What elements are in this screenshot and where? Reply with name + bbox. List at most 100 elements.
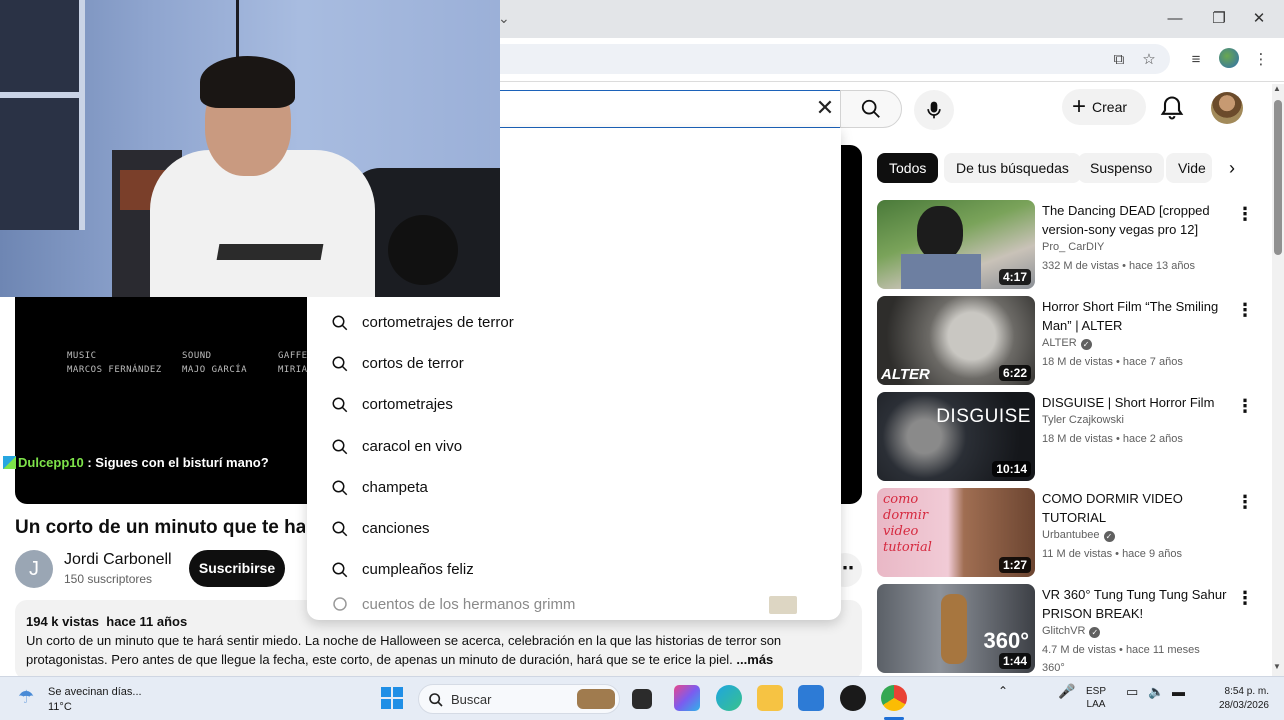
- channel-avatar[interactable]: J: [15, 550, 53, 588]
- voice-search-button[interactable]: [914, 90, 954, 130]
- channel-name[interactable]: Jordi Carbonell: [64, 551, 172, 569]
- language-indicator[interactable]: ESP LAA: [1086, 685, 1106, 711]
- weather-text: Se avecinan días... 11°C: [48, 685, 142, 715]
- chevron-right-icon[interactable]: ›: [1220, 156, 1244, 180]
- suggestion-item[interactable]: cortos de terror: [307, 343, 841, 384]
- windows-taskbar: ☂ Se avecinan días... 11°C Buscar ⌃ 🎤 ES…: [0, 676, 1284, 720]
- scroll-up-icon[interactable]: ▲: [1273, 84, 1281, 93]
- media-controls-icon[interactable]: ≡: [1185, 49, 1207, 71]
- task-view-icon[interactable]: [632, 689, 652, 709]
- suggestion-item[interactable]: cortometrajes: [307, 384, 841, 425]
- install-app-icon[interactable]: ⧉: [1108, 49, 1130, 71]
- recommendation-channel[interactable]: ALTER ✓: [1042, 337, 1092, 350]
- create-button[interactable]: + Crear: [1062, 89, 1146, 125]
- browser-menu-icon[interactable]: ⋮: [1250, 49, 1272, 71]
- video-thumbnail[interactable]: como dormir video tutorial 1:27: [877, 488, 1035, 577]
- volume-icon[interactable]: 🔈: [1148, 685, 1164, 698]
- chat-text: : Sigues con el bisturí mano?: [83, 455, 269, 470]
- scrollbar-thumb[interactable]: [1274, 100, 1282, 255]
- windows-start-icon[interactable]: [380, 686, 404, 710]
- clear-search-icon[interactable]: ✕: [812, 94, 838, 122]
- duration-badge: 1:44: [998, 653, 1031, 669]
- webcam-overlay: [0, 0, 500, 297]
- recommendation-title[interactable]: The Dancing DEAD [cropped version-sony v…: [1042, 201, 1232, 239]
- credit-role: MUSIC: [67, 351, 97, 361]
- upload-age: hace 11 años: [106, 614, 188, 629]
- bookmark-star-icon[interactable]: ☆: [1138, 49, 1160, 71]
- suggestion-thumbnail: [769, 596, 797, 614]
- suggestion-item[interactable]: champeta: [307, 467, 841, 508]
- more-options-icon[interactable]: ⋮: [1235, 588, 1255, 610]
- video-thumbnail[interactable]: DISGUISE 10:14: [877, 392, 1035, 481]
- credit-name: MIRIA: [278, 365, 308, 375]
- taskbar-search[interactable]: Buscar: [418, 684, 620, 714]
- store-icon[interactable]: [798, 685, 824, 711]
- credit-block: SOUND MAJO GARCÍA: [182, 349, 247, 377]
- weather-widget[interactable]: ☂ Se avecinan días... 11°C: [18, 683, 148, 715]
- more-options-icon[interactable]: ⋮: [1235, 492, 1255, 514]
- tray-overflow-icon[interactable]: ⌃: [998, 685, 1008, 698]
- recommendation-title[interactable]: VR 360° Tung Tung Tung Sahur PRISON BREA…: [1042, 585, 1232, 623]
- browser-profile-avatar[interactable]: [1219, 48, 1239, 68]
- notifications-bell-icon[interactable]: [1158, 94, 1186, 122]
- subscribe-button[interactable]: Suscribirse: [189, 550, 285, 587]
- suggestion-label: champeta: [362, 479, 428, 496]
- suggestion-item[interactable]: cuentos de los hermanos grimm: [307, 584, 841, 620]
- recommendation-title[interactable]: COMO DORMIR VIDEO TUTORIAL: [1042, 489, 1232, 527]
- thumbnail-figure: [917, 206, 963, 260]
- clock-time: 8:54 p. m.: [1224, 686, 1269, 697]
- edge-browser-icon[interactable]: [716, 685, 742, 711]
- chip-videos[interactable]: Vide: [1166, 153, 1212, 183]
- close-window-icon[interactable]: ✕: [1248, 8, 1270, 30]
- webcam-person-hair: [200, 56, 295, 108]
- search-input[interactable]: [480, 90, 840, 128]
- file-explorer-icon[interactable]: [757, 685, 783, 711]
- system-clock[interactable]: 8:54 p. m. 28/03/2026: [1205, 685, 1269, 713]
- suggestion-item[interactable]: caracol en vivo: [307, 426, 841, 467]
- recommendation-channel[interactable]: Urbantubee ✓: [1042, 529, 1115, 542]
- search-highlight-image: [577, 689, 615, 709]
- recommendation-item[interactable]: como dormir video tutorial 1:27 COMO DOR…: [877, 488, 1272, 578]
- microphone-tray-icon[interactable]: 🎤: [1058, 684, 1075, 698]
- minimize-icon[interactable]: —: [1164, 8, 1186, 30]
- more-options-icon[interactable]: ⋮: [1235, 300, 1255, 322]
- recommendation-item[interactable]: DISGUISE 10:14 DISGUISE | Short Horror F…: [877, 392, 1272, 482]
- more-options-icon[interactable]: ⋮: [1235, 396, 1255, 418]
- suggestion-item[interactable]: canciones: [307, 508, 841, 549]
- recommendation-item[interactable]: ALTER 6:22 Horror Short Film “The Smilin…: [877, 296, 1272, 386]
- recommendation-channel[interactable]: Tyler Czajkowski: [1042, 414, 1124, 426]
- recommendation-item[interactable]: 4:17 The Dancing DEAD [cropped version-s…: [877, 200, 1272, 290]
- video-thumbnail[interactable]: ALTER 6:22: [877, 296, 1035, 385]
- video-thumbnail[interactable]: 4:17: [877, 200, 1035, 289]
- show-more-link[interactable]: ...más: [736, 652, 773, 667]
- suggestion-label: cortometrajes de terror: [362, 314, 514, 331]
- more-options-icon[interactable]: ⋮: [1235, 204, 1255, 226]
- chat-overlay-message: Dulcepp10 : Sigues con el bisturí mano?: [3, 452, 303, 473]
- recommendation-title[interactable]: DISGUISE | Short Horror Film: [1042, 393, 1232, 412]
- suggestion-label: cuentos de los hermanos grimm: [362, 595, 576, 613]
- recommendation-item[interactable]: 360° 1:44 VR 360° Tung Tung Tung Sahur P…: [877, 584, 1272, 674]
- recommendation-channel[interactable]: Pro_ CarDIY: [1042, 241, 1104, 253]
- suggestion-item[interactable]: cortometrajes de terror: [307, 302, 841, 343]
- recommendation-channel[interactable]: GlitchVR ✓: [1042, 625, 1101, 638]
- copilot-icon[interactable]: [674, 685, 700, 711]
- search-button[interactable]: [840, 90, 902, 128]
- chat-username: Dulcepp10: [18, 455, 84, 470]
- account-avatar[interactable]: [1211, 92, 1243, 124]
- credit-name: MARCOS FERNÁNDEZ: [67, 365, 162, 375]
- obs-icon[interactable]: [840, 685, 866, 711]
- network-icon[interactable]: ▭: [1126, 685, 1138, 698]
- chrome-browser-icon[interactable]: [881, 685, 907, 711]
- chip-suspenso[interactable]: Suspenso: [1078, 153, 1165, 183]
- scroll-down-icon[interactable]: ▼: [1273, 662, 1281, 671]
- duration-badge: 10:14: [992, 461, 1031, 477]
- recommendation-title[interactable]: Horror Short Film “The Smiling Man” | AL…: [1042, 297, 1232, 335]
- weather-temp: 11°C: [48, 701, 72, 713]
- restore-icon[interactable]: ❐: [1208, 8, 1230, 30]
- chip-todos[interactable]: Todos: [877, 153, 939, 183]
- address-bar[interactable]: [470, 44, 1170, 74]
- video-thumbnail[interactable]: 360° 1:44: [877, 584, 1035, 673]
- recommendation-meta: 18 M de vistas • hace 2 años: [1042, 433, 1183, 445]
- battery-icon[interactable]: ▬: [1172, 685, 1185, 698]
- chip-de-tus-busquedas[interactable]: De tus búsquedas: [944, 153, 1081, 183]
